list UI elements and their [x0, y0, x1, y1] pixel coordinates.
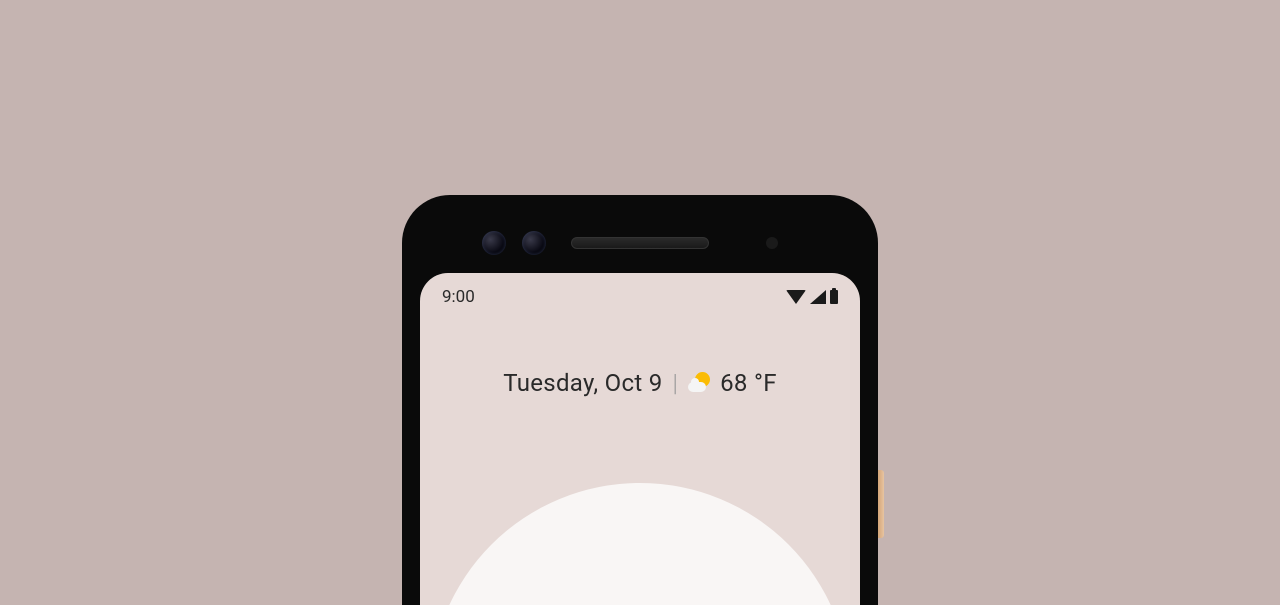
proximity-sensor [766, 237, 778, 249]
status-bar[interactable]: 9:00 [420, 273, 860, 313]
phone-screen[interactable]: 9:00 Tuesday, Oct 9 | 68 °F [420, 273, 860, 605]
status-time: 9:00 [442, 287, 475, 307]
phone-frame: 9:00 Tuesday, Oct 9 | 68 °F [402, 195, 878, 605]
wallpaper-decoration [430, 483, 850, 605]
temperature-label: 68 °F [720, 369, 777, 397]
phone-top-bezel [420, 213, 860, 273]
front-camera-left [482, 231, 506, 255]
wifi-icon [786, 290, 806, 304]
phone-device: 9:00 Tuesday, Oct 9 | 68 °F [402, 195, 878, 605]
power-button[interactable] [878, 470, 884, 538]
widget-divider: | [673, 369, 679, 397]
date-label: Tuesday, Oct 9 [503, 369, 662, 397]
status-icons [786, 290, 838, 304]
partly-cloudy-icon [688, 372, 710, 394]
cellular-signal-icon [810, 290, 826, 304]
at-a-glance-widget[interactable]: Tuesday, Oct 9 | 68 °F [420, 369, 860, 397]
earpiece-speaker [571, 237, 709, 249]
battery-icon [830, 290, 838, 304]
front-camera-right [522, 231, 546, 255]
